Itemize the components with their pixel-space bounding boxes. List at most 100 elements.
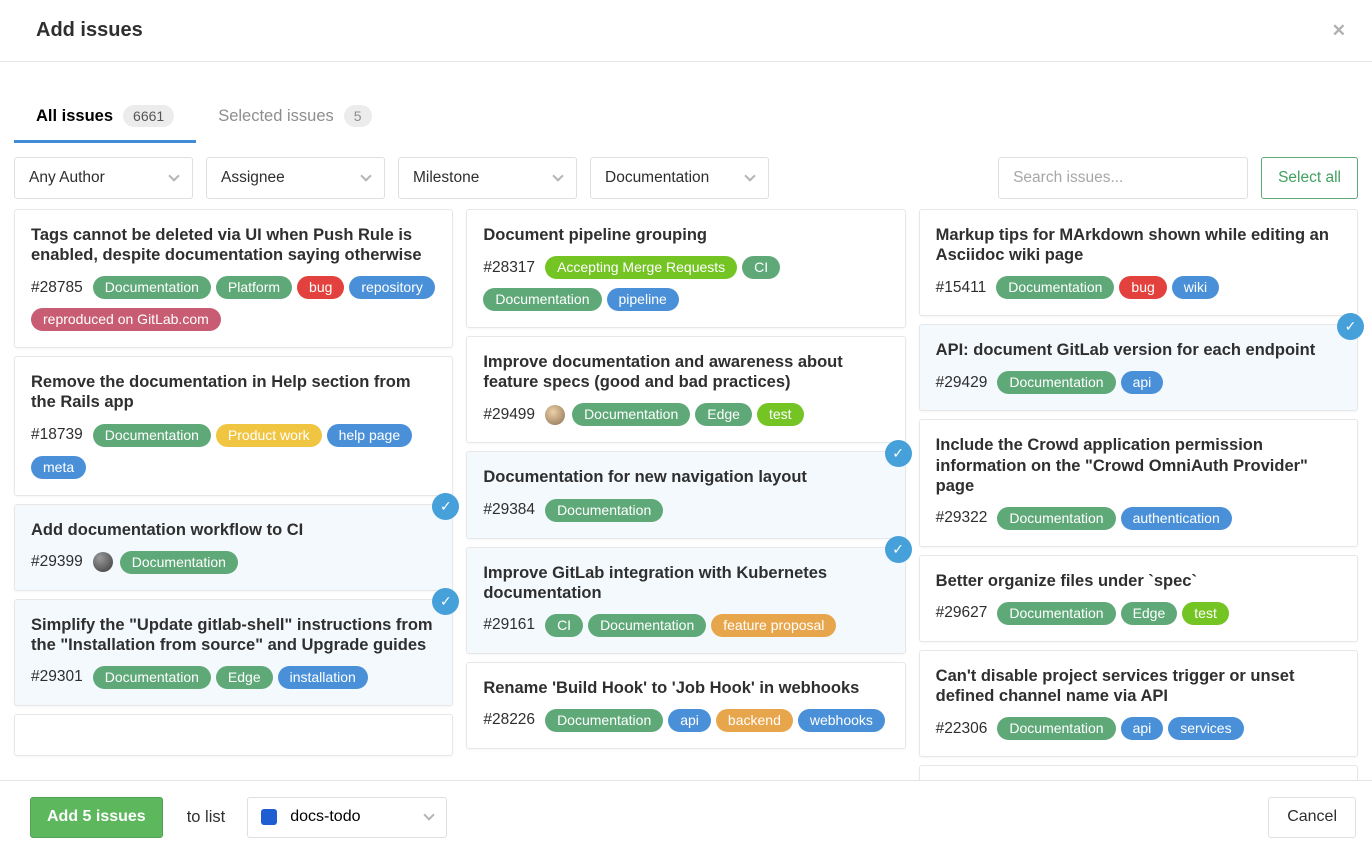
issue-label: Product work [216,424,322,447]
selected-check-icon: ✓ [432,493,459,520]
issue-title: Improve GitLab integration with Kubernet… [483,563,888,603]
issue-label: Documentation [572,403,690,426]
issue-label: bug [297,276,344,299]
issue-title: Can't disable project services trigger o… [936,666,1341,706]
issue-id: #29384 [483,501,535,519]
issue-label: Documentation [997,602,1115,625]
issue-id: #29627 [936,604,988,622]
issue-label: test [1182,602,1229,625]
issue-title: Add documentation workflow to CI [31,520,436,540]
issue-card[interactable]: Document pipeline grouping #28317 Accept… [466,209,905,328]
issue-label: webhooks [798,709,885,732]
issue-card[interactable]: ✓ Documentation for new navigation layou… [466,451,905,538]
label-filter-dropdown[interactable]: Documentation [590,157,769,199]
issue-label: feature proposal [711,614,836,637]
issue-meta: #18739 DocumentationProduct workhelp pag… [31,424,436,479]
issue-title: Rename 'Build Hook' to 'Job Hook' in web… [483,678,888,698]
issue-card[interactable] [14,714,453,756]
issue-label: wiki [1172,276,1219,299]
issue-meta: #29499 DocumentationEdgetest [483,403,888,426]
issue-label: services [1168,717,1243,740]
issue-card[interactable]: Rename 'Build Hook' to 'Job Hook' in web… [466,662,905,749]
issue-label: Documentation [997,717,1115,740]
author-filter-label: Any Author [29,169,105,187]
issue-id: #29429 [936,374,988,392]
issue-label: test [757,403,804,426]
issue-label: repository [349,276,434,299]
issue-title: Document pipeline grouping [483,225,888,245]
issue-card[interactable]: ✓ API: document GitLab version for each … [919,324,1358,411]
list-select-dropdown[interactable]: docs-todo [247,797,447,838]
tab-count-badge: 5 [344,105,372,127]
issue-title: Documentation for new navigation layout [483,467,888,487]
list-color-swatch [261,809,277,825]
issue-column: Tags cannot be deleted via UI when Push … [14,209,453,780]
issue-meta: #29301 DocumentationEdgeinstallation [31,666,436,689]
issue-card[interactable]: Tags cannot be deleted via UI when Push … [14,209,453,348]
issue-card[interactable]: Can't disable project services trigger o… [919,650,1358,757]
issue-id: #28317 [483,259,535,277]
issue-id: #29399 [31,553,83,571]
issue-card[interactable]: Improve documentation and awareness abou… [466,336,905,443]
issue-label: authentication [1121,507,1232,530]
modal-title: Add issues [36,19,143,42]
issue-id: #18739 [31,426,83,444]
issue-title: Include the Crowd application permission… [936,435,1341,495]
issue-label: Documentation [997,507,1115,530]
tab-bar: All issues 6661 Selected issues 5 [0,95,1372,143]
add-issues-button[interactable]: Add 5 issues [30,797,163,838]
issue-id: #29301 [31,668,83,686]
issue-id: #28785 [31,279,83,297]
issue-label: CI [742,256,780,279]
filter-bar: Any Author Assignee Milestone Documentat… [0,157,1372,199]
modal-header: Add issues ✕ [0,0,1372,62]
tab-selected-issues[interactable]: Selected issues 5 [196,95,393,143]
issue-card[interactable]: ✓ Simplify the "Update gitlab-shell" ins… [14,599,453,706]
issue-label: meta [31,456,86,479]
issue-label: Documentation [93,276,211,299]
assignee-filter-dropdown[interactable]: Assignee [206,157,385,199]
add-issues-modal: Add issues ✕ All issues 6661 Selected is… [0,0,1372,853]
issue-meta: #28226 Documentationapibackendwebhooks [483,709,888,732]
issue-id: #28226 [483,711,535,729]
selected-check-icon: ✓ [885,536,912,563]
author-filter-dropdown[interactable]: Any Author [14,157,193,199]
chevron-down-icon [360,170,371,181]
issue-title: Better organize files under `spec` [936,571,1341,591]
issue-meta: #29399 Documentation [31,551,436,574]
issue-label: Documentation [997,371,1115,394]
select-all-button[interactable]: Select all [1261,157,1358,199]
modal-body: All issues 6661 Selected issues 5 Any Au… [0,62,1372,780]
issue-card[interactable]: ✓ Improve GitLab integration with Kubern… [466,547,905,654]
selected-check-icon: ✓ [1337,313,1364,340]
issue-title: Markup tips for MArkdown shown while edi… [936,225,1341,265]
issue-card[interactable]: Include the Crowd application permission… [919,419,1358,546]
issue-label: help page [327,424,413,447]
issue-meta: #15411 Documentationbugwiki [936,276,1341,299]
issue-card[interactable] [919,765,1358,780]
tab-all-issues[interactable]: All issues 6661 [14,95,196,143]
to-list-label: to list [187,808,226,827]
issue-card[interactable]: Markup tips for MArkdown shown while edi… [919,209,1358,316]
chevron-down-icon [744,170,755,181]
issue-title: Simplify the "Update gitlab-shell" instr… [31,615,436,655]
issue-card[interactable]: Remove the documentation in Help section… [14,356,453,495]
issue-meta: #28317 Accepting Merge RequestsCIDocumen… [483,256,888,311]
assignee-filter-label: Assignee [221,169,285,187]
close-icon[interactable]: ✕ [1332,22,1346,39]
issue-label: Documentation [483,288,601,311]
issue-card[interactable]: Better organize files under `spec` #2962… [919,555,1358,642]
search-input[interactable] [998,157,1248,199]
issue-board: Tags cannot be deleted via UI when Push … [0,209,1372,780]
cancel-button[interactable]: Cancel [1268,797,1356,838]
issue-meta: #29161 CIDocumentationfeature proposal [483,614,888,637]
issue-meta: #29322 Documentationauthentication [936,507,1341,530]
issue-label: Edge [216,666,273,689]
issue-card[interactable]: ✓ Add documentation workflow to CI #2939… [14,504,453,591]
avatar [93,552,113,572]
issue-title: Tags cannot be deleted via UI when Push … [31,225,436,265]
issue-meta: #28785 DocumentationPlatformbugrepositor… [31,276,436,331]
issue-title: API: document GitLab version for each en… [936,340,1341,360]
issue-label: Documentation [93,666,211,689]
milestone-filter-dropdown[interactable]: Milestone [398,157,577,199]
